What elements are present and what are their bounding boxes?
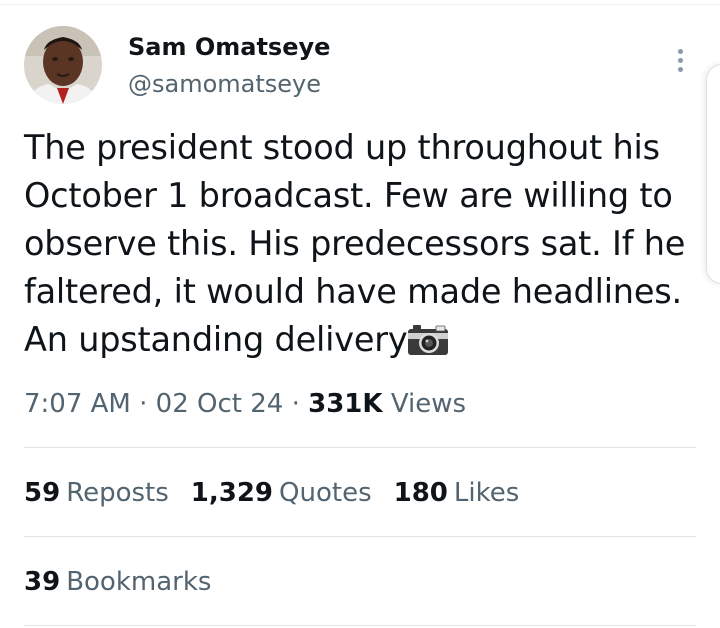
camera-with-flash-icon xyxy=(408,325,449,355)
divider xyxy=(24,447,696,448)
meta-separator: · xyxy=(139,389,148,419)
tweet-date[interactable]: 02 Oct 24 xyxy=(156,389,284,419)
side-panel-edge[interactable] xyxy=(706,64,720,284)
author-name[interactable]: Sam Omatseye xyxy=(128,31,330,63)
tweet-text: The president stood up throughout his Oc… xyxy=(24,124,704,364)
reposts-stat[interactable]: 59 Reposts xyxy=(24,473,169,513)
bookmarks-label: Bookmarks xyxy=(66,567,212,597)
likes-count: 180 xyxy=(393,478,448,508)
avatar[interactable] xyxy=(24,26,102,104)
reposts-count: 59 xyxy=(24,478,61,508)
more-dot-icon xyxy=(677,48,683,54)
quotes-label: Quotes xyxy=(279,478,372,508)
views-label: Views xyxy=(390,389,467,419)
quotes-count: 1,329 xyxy=(190,478,274,508)
avatar-image xyxy=(24,26,102,104)
likes-stat[interactable]: 180 Likes xyxy=(394,473,520,513)
divider xyxy=(24,536,696,537)
tweet-body: The president stood up throughout his Oc… xyxy=(24,128,686,359)
bookmarks-count: 39 xyxy=(24,567,61,597)
bookmarks-stat[interactable]: 39 Bookmarks xyxy=(24,562,211,602)
engagement-stats: 59 Reposts 1,329 Quotes 180 Likes xyxy=(24,473,519,513)
meta-separator: · xyxy=(291,389,300,419)
author-handle[interactable]: @samomatseye xyxy=(128,68,321,100)
views-count: 331K xyxy=(308,389,383,419)
reposts-label: Reposts xyxy=(66,478,169,508)
top-divider xyxy=(0,4,720,5)
more-dot-icon xyxy=(677,57,683,63)
more-dot-icon xyxy=(677,66,683,72)
divider xyxy=(24,625,696,626)
quotes-stat[interactable]: 1,329 Quotes xyxy=(191,473,372,513)
tweet-time[interactable]: 7:07 AM xyxy=(24,389,131,419)
likes-label: Likes xyxy=(453,478,520,508)
tweet-meta: 7:07 AM · 02 Oct 24 · 331K Views xyxy=(24,384,466,424)
more-options-button[interactable] xyxy=(664,42,696,78)
